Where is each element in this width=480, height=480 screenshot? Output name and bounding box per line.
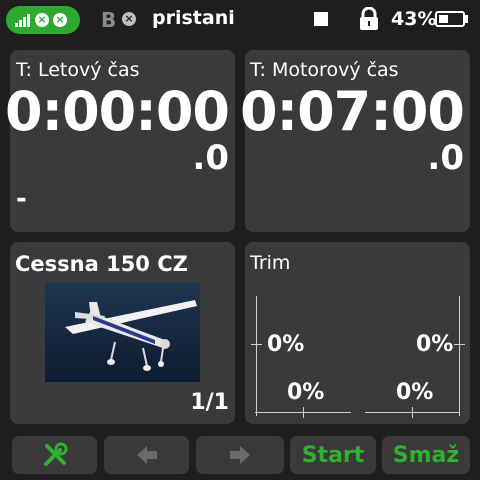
timer1-fraction: .0 xyxy=(192,138,229,178)
signal-icon xyxy=(15,14,30,27)
right-vertical-trim-track xyxy=(459,296,460,416)
model-page-indicator: 1/1 xyxy=(190,390,229,415)
model-title: pristani xyxy=(152,7,235,29)
tools-icon xyxy=(43,442,67,466)
left-horizontal-trim-value: 0% xyxy=(287,380,325,405)
left-vertical-trim-value: 0% xyxy=(267,332,305,357)
timer1-extra: - xyxy=(16,184,27,214)
trim-title: Trim xyxy=(250,252,291,274)
left-vertical-trim-track xyxy=(256,296,257,416)
timer2-time: 0:07:00 xyxy=(239,80,465,143)
model-widget[interactable]: Cessna 150 CZ 1/1 xyxy=(10,242,235,424)
start-button[interactable]: Start xyxy=(290,436,376,474)
start-button-label: Start xyxy=(301,442,365,468)
right-vertical-trim-marker xyxy=(454,344,465,345)
close-circle-icon: × xyxy=(53,13,67,27)
left-vertical-trim-marker xyxy=(251,344,262,345)
battery-percentage: 43% xyxy=(391,8,437,30)
battery-icon xyxy=(435,11,465,27)
connection-status-pill[interactable]: × × xyxy=(6,6,80,34)
timer2-label: T: Motorový čas xyxy=(250,59,399,81)
model-name: Cessna 150 CZ xyxy=(15,252,188,276)
module-b-label: B xyxy=(101,8,117,32)
airplane-image xyxy=(45,282,200,382)
timer2-widget[interactable]: T: Motorový čas 0:07:00 .0 xyxy=(240,50,470,232)
stop-icon[interactable] xyxy=(314,12,328,26)
timer1-widget[interactable]: T: Letový čas 0:00:00 .0 - xyxy=(5,50,235,232)
previous-button[interactable] xyxy=(104,436,189,474)
timer1-time: 0:00:00 xyxy=(4,80,230,143)
trim-widget[interactable]: Trim 0% 0% 0% 0% xyxy=(245,242,470,424)
arrow-right-icon xyxy=(230,446,250,464)
battery-tip xyxy=(465,15,468,23)
battery-fill xyxy=(439,15,448,23)
close-circle-icon: × xyxy=(122,12,136,26)
arrow-left-icon xyxy=(136,446,157,464)
next-button[interactable] xyxy=(196,436,284,474)
clear-button[interactable]: Smaž xyxy=(382,436,470,474)
timer2-fraction: .0 xyxy=(427,138,464,178)
clear-button-label: Smaž xyxy=(392,442,460,468)
right-vertical-trim-value: 0% xyxy=(416,332,454,357)
lock-icon[interactable] xyxy=(358,7,380,31)
right-horizontal-trim-value: 0% xyxy=(396,380,434,405)
left-horizontal-trim-marker xyxy=(303,407,304,418)
right-horizontal-trim-marker xyxy=(412,407,413,418)
timer1-label: T: Letový čas xyxy=(16,59,140,81)
setup-button[interactable] xyxy=(12,436,97,474)
close-circle-icon: × xyxy=(35,13,49,27)
